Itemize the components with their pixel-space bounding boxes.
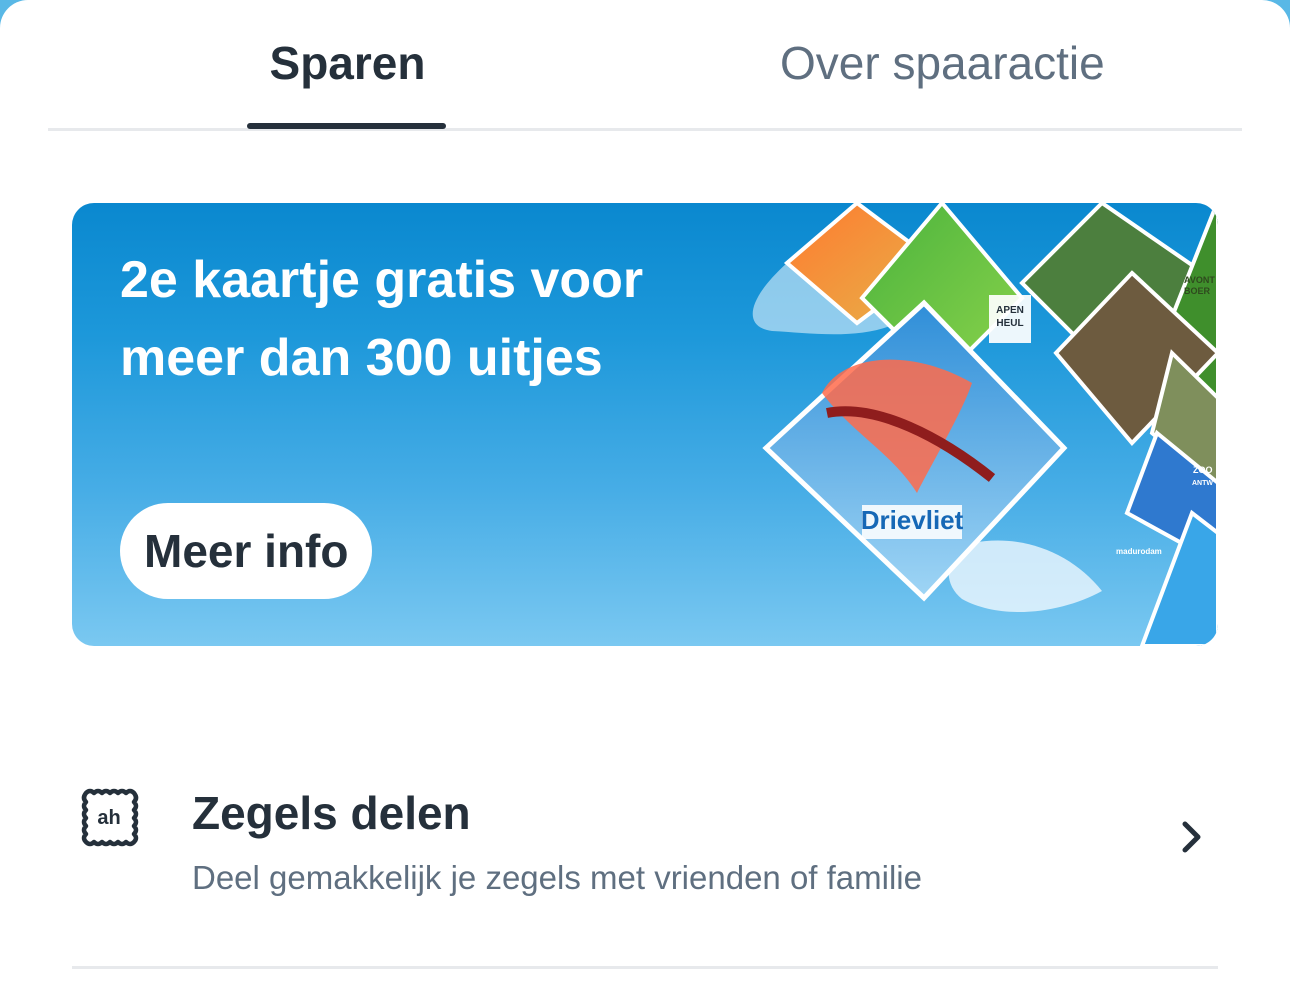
madurodam-label: madurodam xyxy=(1116,547,1162,556)
banner-title-line-2: meer dan 300 uitjes xyxy=(120,329,603,387)
tab-bar: Sparen Over spaaractie xyxy=(48,0,1242,131)
more-info-button[interactable]: Meer info xyxy=(120,503,373,599)
window-corner-left xyxy=(0,0,28,40)
attractions-collage: APEN HEUL Drievliet AVONT BOER ZOO ANTW … xyxy=(752,203,1218,646)
share-subtitle: Deel gemakkelijk je zegels met vrienden … xyxy=(192,859,922,896)
avontuur-label: AVONT xyxy=(1184,275,1215,285)
chevron-right-icon xyxy=(1182,821,1201,853)
window-corner-right xyxy=(1262,0,1290,40)
tab-sparen[interactable]: Sparen xyxy=(248,36,447,90)
cloud-shape xyxy=(948,540,1102,613)
avontuur-label: BOER xyxy=(1184,286,1211,296)
apenheul-label: HEUL xyxy=(996,318,1023,329)
drievliet-label: Drievliet xyxy=(861,505,964,535)
share-stamps-row[interactable]: ah Zegels delen Deel gemakkelijk je zege… xyxy=(72,750,1218,968)
zoo-label: ANTW xyxy=(1192,480,1213,487)
ah-stamp-icon: ah xyxy=(81,788,139,847)
active-tab-indicator xyxy=(247,123,446,129)
promo-banner[interactable]: 2e kaartje gratis voor meer dan 300 uitj… xyxy=(72,203,1218,646)
tab-over-spaaractie[interactable]: Over spaaractie xyxy=(780,36,1105,90)
apenheul-label: APEN xyxy=(996,305,1024,316)
zoo-label: ZOO xyxy=(1193,465,1213,475)
app-screen: Sparen Over spaaractie 2e kaartje gratis… xyxy=(0,0,1290,1003)
section-divider xyxy=(72,966,1218,969)
banner-title: 2e kaartje gratis voor meer dan 300 uitj… xyxy=(120,241,760,397)
share-title: Zegels delen xyxy=(192,787,471,839)
ah-stamp-text: ah xyxy=(97,807,120,829)
banner-title-line-1: 2e kaartje gratis voor xyxy=(120,251,644,309)
